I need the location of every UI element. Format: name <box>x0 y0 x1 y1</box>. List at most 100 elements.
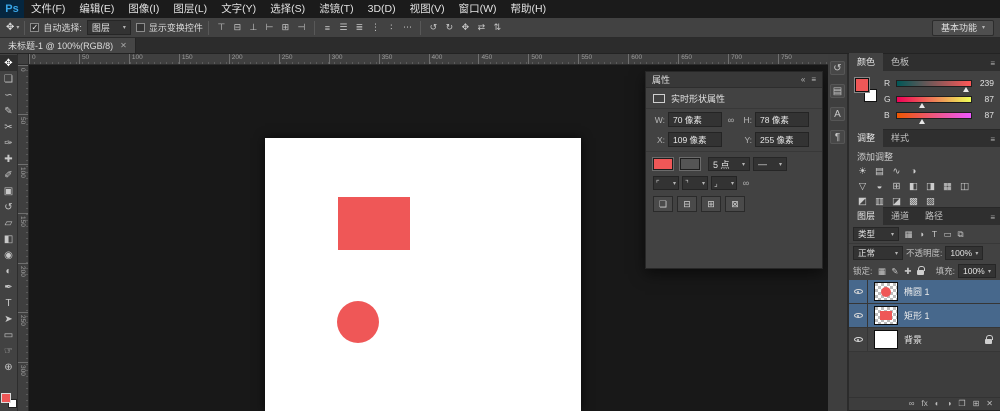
move-tool[interactable]: ✥ <box>0 55 18 71</box>
menu-item-6[interactable]: 滤镜(T) <box>312 0 360 18</box>
align-left-icon[interactable]: ⊢ <box>262 20 277 35</box>
color-tab-0[interactable]: 颜色 <box>849 53 883 71</box>
layers-tab-1[interactable]: 通道 <box>883 207 917 225</box>
auto-select-checkbox[interactable]: ✓ 自动选择: <box>30 21 82 34</box>
lock-pixels-icon[interactable]: ✎ <box>888 265 901 278</box>
filter-type-layers-icon[interactable]: T <box>928 228 941 241</box>
corner-radius-combo-2[interactable]: ⌝▾ <box>682 176 708 190</box>
workspace-switcher[interactable]: 基本功能 ▾ <box>932 20 994 36</box>
hue-saturation-icon[interactable]: ◒ <box>871 179 888 194</box>
marquee-tool[interactable]: ❏ <box>0 71 18 87</box>
menu-item-8[interactable]: 视图(V) <box>403 0 452 18</box>
auto-select-dropdown[interactable]: 图层 ▾ <box>87 20 131 35</box>
link-dimensions-icon[interactable]: ∞ <box>725 115 737 125</box>
roll-3d-icon[interactable]: ↻ <box>442 20 457 35</box>
slider-thumb-icon[interactable] <box>919 103 925 108</box>
menu-item-4[interactable]: 文字(Y) <box>214 0 263 18</box>
collapse-panel-icon[interactable]: « <box>801 75 805 84</box>
vibrance-icon[interactable]: ▽ <box>854 179 871 194</box>
brush-tool[interactable]: ✐ <box>0 167 18 183</box>
rectangle-shape[interactable] <box>338 197 410 250</box>
photo-filter-icon[interactable]: ◨ <box>922 179 939 194</box>
menu-item-10[interactable]: 帮助(H) <box>504 0 554 18</box>
panel-menu-icon[interactable]: ≡ <box>990 213 1000 225</box>
eyedropper-tool[interactable]: ✑ <box>0 135 18 151</box>
document-canvas[interactable] <box>265 138 581 411</box>
distribute-bottom-icon[interactable]: ≣ <box>352 20 367 35</box>
levels-icon[interactable]: ▤ <box>871 164 888 179</box>
stroke-type-dropdown[interactable]: — ▾ <box>753 157 787 171</box>
filter-adjustment-layers-icon[interactable]: ◑ <box>915 228 928 241</box>
opacity-dropdown[interactable]: 100% ▾ <box>945 246 983 260</box>
layer-row-1[interactable]: 椭圆 1 <box>849 280 1000 304</box>
pen-tool[interactable]: ✒ <box>0 279 18 295</box>
foreground-color-swatch[interactable] <box>1 393 11 403</box>
adjustment-layer-icon[interactable]: ◑ <box>947 400 952 408</box>
ellipse-shape[interactable] <box>337 301 379 343</box>
align-vertical-center-icon[interactable]: ⊟ <box>230 20 245 35</box>
blur-tool[interactable]: ◉ <box>0 247 18 263</box>
blend-mode-dropdown[interactable]: 正常 ▾ <box>853 246 903 260</box>
curves-icon[interactable]: ∿ <box>888 164 905 179</box>
quick-selection-tool[interactable]: ✎ <box>0 103 18 119</box>
canvas-viewport[interactable]: 属性 « ≡ 实时形状属性 W: 70 像素 ∞ H: <box>29 65 828 411</box>
channel-slider-G[interactable] <box>896 96 972 103</box>
color-tab-1[interactable]: 色板 <box>883 53 917 71</box>
menu-item-9[interactable]: 窗口(W) <box>452 0 504 18</box>
fill-dropdown[interactable]: 100% ▾ <box>958 264 996 278</box>
menu-item-7[interactable]: 3D(D) <box>361 0 403 18</box>
slider-thumb-icon[interactable] <box>919 119 925 124</box>
vertical-ruler[interactable]: 050100150200250300 <box>18 65 29 411</box>
foreground-color-swatch[interactable] <box>855 78 869 92</box>
eraser-tool[interactable]: ▱ <box>0 215 18 231</box>
black-white-icon[interactable]: ◧ <box>905 179 922 194</box>
distribute-right-icon[interactable]: ⋯ <box>400 20 415 35</box>
type-tool[interactable]: T <box>0 295 18 311</box>
panel-character-icon[interactable]: A <box>830 107 845 121</box>
combine-shapes-icon[interactable]: ❏ <box>653 196 673 212</box>
dodge-tool[interactable]: ◐ <box>0 263 18 279</box>
scale-3d-icon[interactable]: ⇅ <box>490 20 505 35</box>
width-field[interactable]: 70 像素 <box>668 112 722 127</box>
distribute-horizontal-center-icon[interactable]: ∶ <box>384 20 399 35</box>
stroke-width-dropdown[interactable]: 5 点 ▾ <box>708 157 750 171</box>
panel-navigator-icon[interactable]: ▤ <box>830 84 845 98</box>
distribute-left-icon[interactable]: ⋮ <box>368 20 383 35</box>
fill-color-swatch[interactable] <box>653 158 673 170</box>
channel-mixer-icon[interactable]: ▦ <box>939 179 956 194</box>
corner-radius-combo-1[interactable]: ⌜▾ <box>653 176 679 190</box>
intersect-shapes-icon[interactable]: ⊞ <box>701 196 721 212</box>
layer-group-icon[interactable]: ❐ <box>958 400 965 408</box>
panel-menu-icon[interactable]: ≡ <box>811 75 816 84</box>
document-tab[interactable]: 未标题-1 @ 100%(RGB/8) ✕ <box>0 38 136 53</box>
path-selection-tool[interactable]: ➤ <box>0 311 18 327</box>
panel-history-icon[interactable]: ↺ <box>830 61 845 75</box>
panel-menu-icon[interactable]: ≡ <box>990 59 1000 71</box>
crop-tool[interactable]: ✂ <box>0 119 18 135</box>
subtract-front-shape-icon[interactable]: ⊟ <box>677 196 697 212</box>
filter-smart-object-icon[interactable]: ⧉ <box>954 228 967 241</box>
properties-panel-header[interactable]: 属性 « ≡ <box>646 72 822 88</box>
layer-style-icon[interactable]: fx <box>922 400 928 408</box>
layer-row-2[interactable]: 矩形 1 <box>849 304 1000 328</box>
lock-transparency-icon[interactable]: ▦ <box>875 265 888 278</box>
lock-position-icon[interactable]: ✚ <box>901 265 914 278</box>
drag-3d-icon[interactable]: ✥ <box>458 20 473 35</box>
layer-mask-icon[interactable]: ◐ <box>935 400 940 408</box>
shape-tool[interactable]: ▭ <box>0 327 18 343</box>
x-field[interactable]: 109 像素 <box>668 132 722 147</box>
link-corners-icon[interactable]: ∞ <box>740 178 752 188</box>
lock-all-icon[interactable] <box>917 270 924 275</box>
color-lookup-icon[interactable]: ◫ <box>956 179 973 194</box>
layers-tab-2[interactable]: 路径 <box>917 207 951 225</box>
slide-3d-icon[interactable]: ⇄ <box>474 20 489 35</box>
distribute-vertical-center-icon[interactable]: ☰ <box>336 20 351 35</box>
layer-visibility-toggle[interactable] <box>849 304 868 327</box>
exposure-icon[interactable]: ◑ <box>905 164 922 179</box>
healing-brush-tool[interactable]: ✚ <box>0 151 18 167</box>
adjust-tab-1[interactable]: 样式 <box>883 129 917 147</box>
filter-pixel-layers-icon[interactable]: ▦ <box>902 228 915 241</box>
tool-preset-button[interactable]: ✥ ▾ <box>6 22 19 33</box>
brightness-contrast-icon[interactable]: ☀ <box>854 164 871 179</box>
link-layers-icon[interactable]: ∞ <box>909 400 915 408</box>
